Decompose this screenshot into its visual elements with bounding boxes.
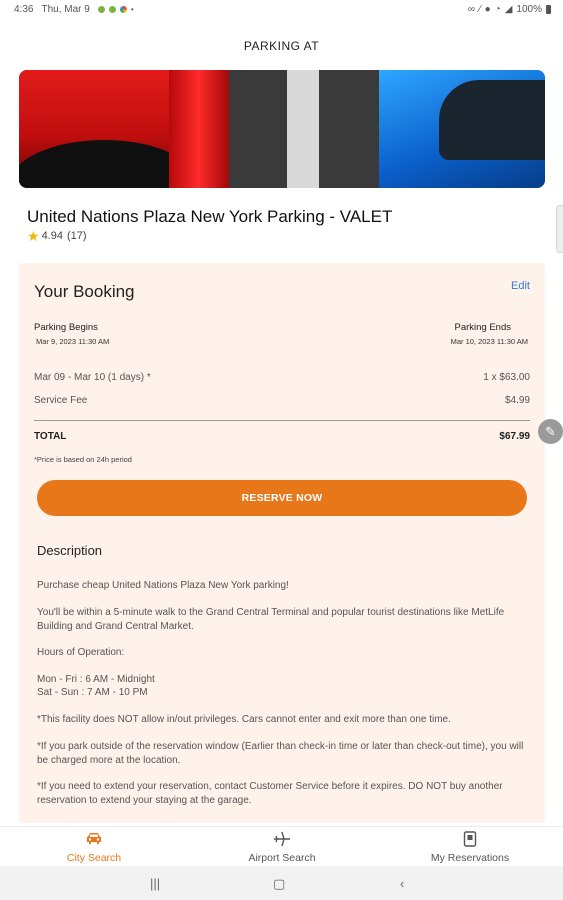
page-title: PARKING AT [243, 39, 320, 53]
bottom-tab-bar: City Search Airport Search My Reservatio… [0, 826, 563, 866]
tab-label: My Reservations [430, 852, 510, 864]
edit-pencil-fab[interactable]: ✎ [538, 419, 563, 444]
parking-begins-label: Parking Begins [34, 322, 98, 333]
parking-ends-label: Parking Ends [454, 322, 511, 333]
line-item: Mar 09 - Mar 10 (1 days) * 1 x $63.00 [34, 372, 530, 383]
total-row: TOTAL $67.99 [34, 431, 530, 442]
parking-begins-value: Mar 9, 2023 11:30 AM [36, 337, 110, 346]
description-paragraph: You'll be within a 5-minute walk to the … [37, 607, 505, 632]
description-paragraph: *This facility does NOT allow in/out pri… [37, 714, 451, 725]
total-value: $67.99 [499, 431, 530, 442]
line-item-value: $4.99 [504, 395, 530, 406]
android-icon [108, 6, 116, 13]
description-heading: Description [37, 543, 103, 558]
system-nav-bar: ||| ▢ ‹ [0, 866, 563, 900]
tab-label: Airport Search [248, 852, 316, 864]
android-icon [97, 6, 105, 13]
car-icon [87, 833, 101, 844]
mute-icon: ⁄ [478, 4, 481, 15]
booking-heading: Your Booking [34, 282, 135, 301]
scroll-handle[interactable] [556, 205, 563, 253]
airplane-icon [274, 831, 290, 847]
reserve-now-button[interactable]: RESERVE NOW [37, 480, 527, 516]
signal-icon: ◢ [504, 4, 513, 15]
review-count: (17) [66, 230, 87, 242]
description-paragraph: Hours of Operation: [37, 647, 125, 658]
status-bar: 4:36 Thu, Mar 9 • ∞ ⁄ ● ◔ ◢ 100% [0, 0, 563, 20]
home-icon[interactable]: ▢ [273, 876, 285, 892]
description-paragraph: *If you need to extend your reservation,… [37, 781, 503, 806]
line-item-label: Service Fee [34, 395, 88, 406]
line-item: Service Fee $4.99 [34, 395, 530, 406]
photos-icon [119, 6, 127, 13]
line-item-value: 1 x $63.00 [483, 372, 530, 383]
pencil-icon: ✎ [545, 424, 556, 439]
facility-name: United Nations Plaza New York Parking - … [27, 207, 393, 226]
description-paragraph: Sat - Sun : 7 AM - 10 PM [37, 687, 148, 698]
edit-booking-link[interactable]: Edit [511, 280, 530, 292]
facility-photo [19, 70, 545, 188]
link-icon: ∞ [467, 4, 475, 15]
location-icon: ● [484, 4, 491, 15]
wifi-icon: ◔ [494, 4, 501, 15]
battery-icon [546, 5, 551, 14]
tab-label: City Search [66, 852, 122, 864]
status-date: Thu, Mar 9 [41, 4, 90, 15]
star-icon: ★ [27, 227, 40, 244]
tab-airport-search[interactable]: Airport Search [188, 827, 376, 867]
facility-rating: ★ 4.94 (17) [27, 227, 87, 244]
more-notifications-icon: • [130, 5, 134, 14]
total-label: TOTAL [34, 431, 67, 442]
description-paragraph: *If you park outside of the reservation … [37, 741, 524, 766]
description-paragraph: Mon - Fri : 6 AM - Midnight [37, 674, 155, 685]
reservation-icon [463, 831, 477, 847]
booking-card: Your Booking Edit Parking Begins Mar 9, … [19, 263, 545, 823]
battery-percent: 100% [516, 4, 542, 15]
price-note: *Price is based on 24h period [34, 455, 132, 464]
description-paragraph: Purchase cheap United Nations Plaza New … [37, 580, 289, 591]
recents-icon[interactable]: ||| [150, 876, 160, 891]
divider [34, 420, 530, 421]
tab-my-reservations[interactable]: My Reservations [376, 827, 563, 867]
status-time: 4:36 [14, 4, 34, 15]
rating-value: 4.94 [41, 230, 63, 242]
tab-city-search[interactable]: City Search [0, 827, 188, 867]
back-icon[interactable]: ‹ [400, 876, 404, 891]
line-item-label: Mar 09 - Mar 10 (1 days) * [34, 372, 151, 383]
parking-ends-value: Mar 10, 2023 11:30 AM [450, 337, 528, 346]
